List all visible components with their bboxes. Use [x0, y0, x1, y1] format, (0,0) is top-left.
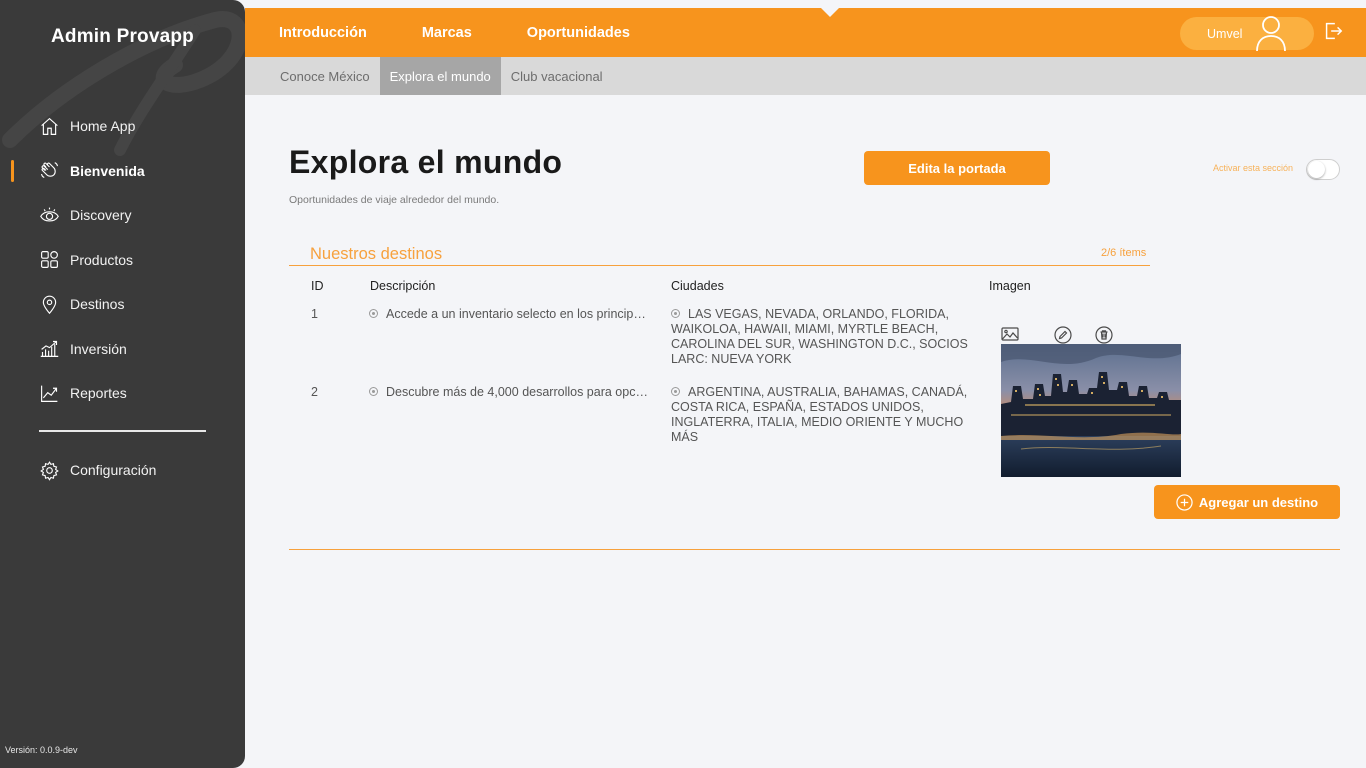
subtab-club-vacacional[interactable]: Club vacacional [501, 57, 613, 95]
row-description: Descubre más de 4,000 desarrollos para o… [369, 385, 649, 400]
home-icon [38, 115, 60, 137]
line-chart-icon [38, 382, 60, 404]
logout-icon[interactable] [1322, 20, 1344, 42]
bottom-divider [289, 549, 1340, 550]
toggle-label: Activar esta sección [1213, 163, 1294, 173]
sidebar-item-label: Productos [70, 251, 134, 268]
plus-circle-icon [1176, 493, 1193, 511]
sidebar-item-inversion[interactable]: Inversión [0, 327, 245, 372]
column-header-id: ID [311, 279, 324, 293]
user-menu-button[interactable]: Umvel [1180, 16, 1314, 51]
add-destination-label: Agregar un destino [1198, 494, 1319, 510]
subtab-conoce-mexico[interactable]: Conoce México [245, 57, 380, 95]
brand-title: Admin Provapp [50, 26, 194, 47]
edit-cover-button[interactable]: Edita la portada [864, 151, 1050, 185]
sidebar-item-label: Bienvenida [70, 162, 145, 179]
sub-tabs: Conoce México Explora el mundo Club vaca… [245, 57, 1366, 95]
sidebar-item-label: Destinos [70, 296, 125, 313]
row-cities-text: LAS VEGAS, NEVADA, ORLANDO, FLORIDA, WAI… [671, 307, 968, 366]
image-toolbar [1001, 326, 1181, 344]
page-title: Explora el mundo [289, 144, 563, 180]
eye-icon [38, 204, 60, 226]
section-title: Nuestros destinos [310, 245, 443, 263]
bullet-icon [369, 387, 378, 396]
waving-hand-icon [38, 160, 60, 182]
sidebar-config-group: Configuración [0, 448, 245, 493]
sidebar-item-label: Reportes [70, 385, 127, 402]
row-description-text: Descubre más de 4,000 desarrollos para o… [386, 385, 649, 399]
row-cities: ARGENTINA, AUSTRALIA, BAHAMAS, CANADÁ, C… [671, 385, 971, 445]
column-header-ciudades: Ciudades [671, 279, 724, 293]
sidebar-nav: Home App Bienvenida Discovery Productos [0, 104, 245, 416]
sidebar-item-bienvenida[interactable]: Bienvenida [0, 149, 245, 194]
gear-icon [38, 459, 60, 481]
app-root: Admin Provapp Home App Bienvenida Discov… [0, 0, 1366, 768]
add-destination-button[interactable]: Agregar un destino [1154, 485, 1340, 519]
sidebar-item-discovery[interactable]: Discovery [0, 193, 245, 238]
activate-section-toggle[interactable] [1306, 159, 1340, 180]
sidebar: Admin Provapp Home App Bienvenida Discov… [0, 0, 245, 768]
sidebar-item-label: Configuración [70, 462, 157, 479]
toggle-knob [1308, 161, 1325, 178]
row-cities: LAS VEGAS, NEVADA, ORLANDO, FLORIDA, WAI… [671, 307, 971, 367]
section-count: 2/6 ítems [1101, 247, 1147, 259]
active-tab-caret [821, 8, 839, 17]
section-divider [289, 265, 1150, 266]
top-nav: Introducción Marcas Oportunidades [279, 8, 685, 57]
top-bar: Introducción Marcas Oportunidades Umvel [245, 8, 1366, 57]
row-description-text: Accede a un inventario selecto en los pr… [386, 307, 649, 321]
sidebar-divider [39, 430, 206, 432]
version-label: Versión: 0.0.9-dev [5, 745, 78, 755]
user-avatar-icon [1256, 16, 1286, 51]
sidebar-item-label: Inversión [70, 340, 127, 357]
column-header-descripcion: Descripción [370, 279, 436, 293]
row-description: Accede a un inventario selecto en los pr… [369, 307, 649, 322]
bullet-icon [671, 387, 680, 396]
top-tab-oportunidades[interactable]: Oportunidades [527, 25, 630, 41]
user-name: Umvel [1207, 26, 1243, 41]
row-id: 2 [311, 385, 318, 399]
column-header-imagen: Imagen [989, 279, 1031, 293]
bullet-icon [671, 309, 680, 318]
sidebar-item-label: Home App [70, 118, 136, 135]
row-id: 1 [311, 307, 318, 321]
bar-chart-icon [38, 338, 60, 360]
page-subtitle: Oportunidades de viaje alrededor del mun… [289, 194, 500, 206]
sidebar-item-home-app[interactable]: Home App [0, 104, 245, 149]
map-pin-icon [38, 293, 60, 315]
destination-photo [1001, 344, 1181, 477]
sidebar-item-configuracion[interactable]: Configuración [0, 448, 245, 493]
bullet-icon [369, 309, 378, 318]
top-tab-marcas[interactable]: Marcas [422, 25, 472, 41]
grid-icon [38, 249, 60, 271]
sidebar-item-productos[interactable]: Productos [0, 238, 245, 283]
subtab-explora-el-mundo[interactable]: Explora el mundo [379, 57, 501, 95]
top-tab-introduccion[interactable]: Introducción [279, 25, 367, 41]
row-cities-text: ARGENTINA, AUSTRALIA, BAHAMAS, CANADÁ, C… [671, 385, 968, 444]
sidebar-item-label: Discovery [70, 207, 132, 224]
sidebar-item-destinos[interactable]: Destinos [0, 282, 245, 327]
sidebar-item-reportes[interactable]: Reportes [0, 371, 245, 416]
